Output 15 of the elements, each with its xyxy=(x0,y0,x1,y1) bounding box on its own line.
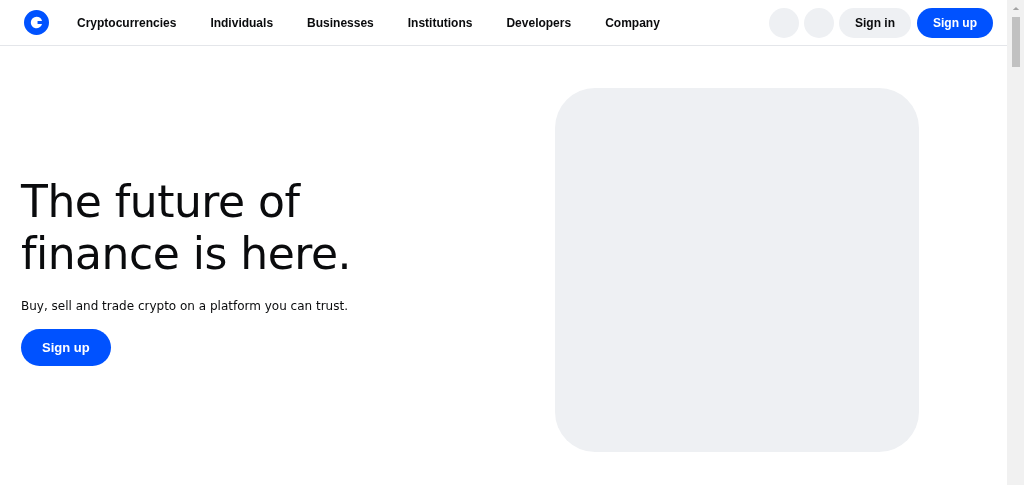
logo-icon[interactable] xyxy=(24,10,49,35)
nav-link[interactable]: Institutions xyxy=(407,15,473,30)
nav-link[interactable]: Cryptocurrencies xyxy=(77,15,177,30)
hero-heading: The future of finance is here. xyxy=(21,176,351,280)
sign-up-button[interactable]: Sign up xyxy=(917,7,993,38)
hero-subtitle: Buy, sell and trade crypto on a platform you can trust. xyxy=(21,299,348,313)
nav-link[interactable]: Developers xyxy=(506,15,572,30)
scrollbar-thumb[interactable] xyxy=(1011,17,1020,67)
sign-up-button[interactable]: Sign up xyxy=(21,329,111,366)
nav-link[interactable]: Businesses xyxy=(307,15,374,30)
scrollbar[interactable] xyxy=(1007,0,1024,485)
sign-in-button[interactable]: Sign in xyxy=(839,7,911,38)
scroll-up-icon[interactable] xyxy=(1011,6,1020,11)
nav-link[interactable]: Company xyxy=(605,15,660,30)
nav-link[interactable]: Individuals xyxy=(210,15,274,30)
